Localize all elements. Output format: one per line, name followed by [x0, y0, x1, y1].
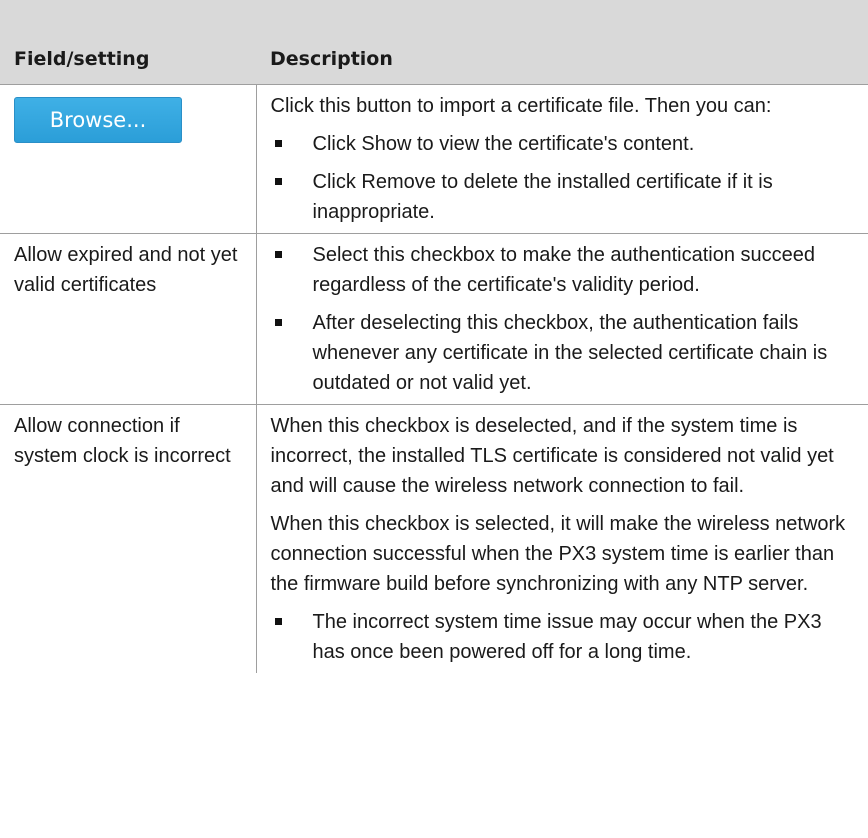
description-cell: When this checkbox is deselected, and if… — [255, 404, 868, 673]
header-field-setting: Field/setting — [0, 34, 256, 85]
list-item-text: Select this checkbox to make the authent… — [312, 244, 816, 296]
table-row: Browse... Click this button to import a … — [0, 84, 868, 234]
list-item: After deselecting this checkbox, the aut… — [271, 308, 855, 398]
table-row: Allow connection if system clock is inco… — [0, 404, 868, 673]
top-shade-band — [0, 0, 868, 34]
bullet-list: The incorrect system time issue may occu… — [271, 607, 855, 667]
table-row: Allow expired and not yet valid certific… — [0, 233, 868, 405]
bullet-list: Click Show to view the certificate's con… — [271, 129, 855, 227]
square-bullet-icon — [274, 178, 282, 185]
description-cell: Click this button to import a certificat… — [255, 84, 868, 234]
square-bullet-icon — [274, 618, 282, 625]
bullet-list: Select this checkbox to make the authent… — [271, 240, 855, 398]
header-description: Description — [256, 34, 868, 85]
table-header-row: Field/setting Description — [0, 34, 868, 85]
description-cell: Select this checkbox to make the authent… — [255, 233, 868, 405]
field-cell: Browse... — [0, 84, 257, 234]
description-paragraph: When this checkbox is deselected, and if… — [270, 415, 834, 497]
list-item: Click Remove to delete the installed cer… — [271, 167, 855, 227]
settings-table: Field/setting Description Browse... Clic… — [0, 34, 868, 673]
list-item: Click Show to view the certificate's con… — [271, 129, 855, 159]
square-bullet-icon — [274, 251, 282, 258]
description-paragraph: When this checkbox is selected, it will … — [270, 513, 846, 595]
description-paragraph: Click this button to import a certificat… — [270, 95, 772, 117]
list-item-text: After deselecting this checkbox, the aut… — [312, 312, 828, 394]
document-page: Field/setting Description Browse... Clic… — [0, 0, 868, 838]
browse-button[interactable]: Browse... — [14, 97, 182, 143]
list-item-text: Click Remove to delete the installed cer… — [312, 171, 773, 223]
list-item: Select this checkbox to make the authent… — [271, 240, 855, 300]
list-item: The incorrect system time issue may occu… — [271, 607, 855, 667]
field-cell: Allow connection if system clock is inco… — [0, 404, 257, 673]
square-bullet-icon — [274, 140, 282, 147]
square-bullet-icon — [274, 319, 282, 326]
field-cell: Allow expired and not yet valid certific… — [0, 233, 257, 405]
list-item-text: The incorrect system time issue may occu… — [312, 611, 822, 663]
list-item-text: Click Show to view the certificate's con… — [312, 133, 695, 155]
